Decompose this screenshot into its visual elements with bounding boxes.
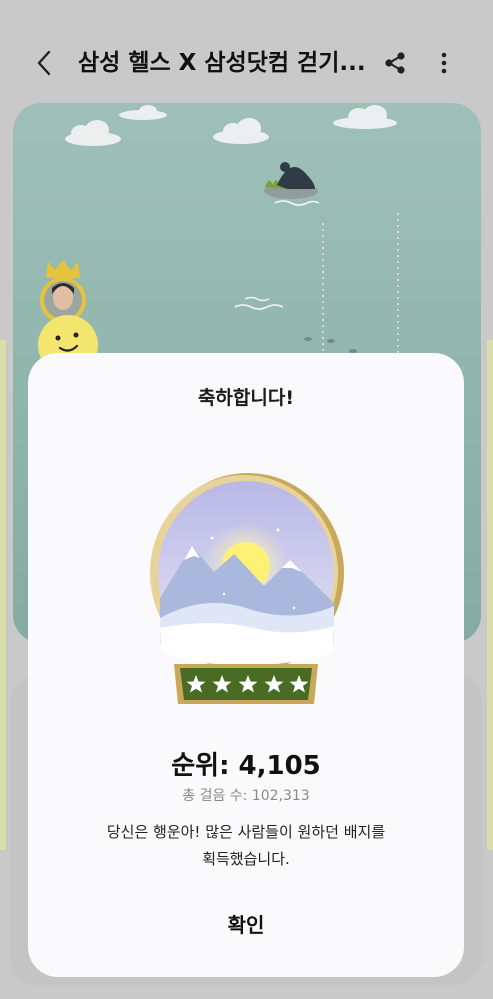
chevron-left-icon bbox=[37, 50, 51, 76]
dialog-title: 축하합니다! bbox=[197, 387, 295, 409]
more-options-button[interactable] bbox=[432, 46, 456, 80]
badge-message-line2: 획득했습니다. bbox=[202, 850, 290, 868]
left-edge-panel bbox=[0, 340, 6, 850]
badge-earned-dialog: 축하합니다! 순위: 4,105 총 걸음 수: 102,313 당신은 행운아… bbox=[28, 353, 464, 977]
app-bar: 삼성 헬스 X 삼성닷컴 걷기... bbox=[0, 0, 493, 100]
more-vert-icon bbox=[441, 52, 447, 74]
total-steps-text: 총 걸음 수: 102,313 bbox=[182, 788, 310, 804]
page-title: 삼성 헬스 X 삼성닷컴 걷기... bbox=[78, 50, 366, 76]
back-button[interactable] bbox=[30, 46, 60, 80]
badge-message: 당신은 행운아! 많은 사람들이 원하던 배지를 획득했습니다. bbox=[58, 819, 434, 873]
rank-text: 순위: 4,105 bbox=[171, 751, 321, 781]
snow-globe-badge bbox=[144, 468, 348, 718]
share-icon bbox=[385, 52, 405, 74]
right-edge-panel bbox=[487, 340, 493, 850]
snow-globe-badge-icon bbox=[150, 473, 344, 704]
seal-on-rock-icon bbox=[264, 162, 320, 206]
badge-message-line1: 당신은 행운아! 많은 사람들이 원하던 배지를 bbox=[106, 823, 386, 841]
confirm-button[interactable]: 확인 bbox=[186, 903, 306, 947]
share-button[interactable] bbox=[380, 46, 410, 80]
